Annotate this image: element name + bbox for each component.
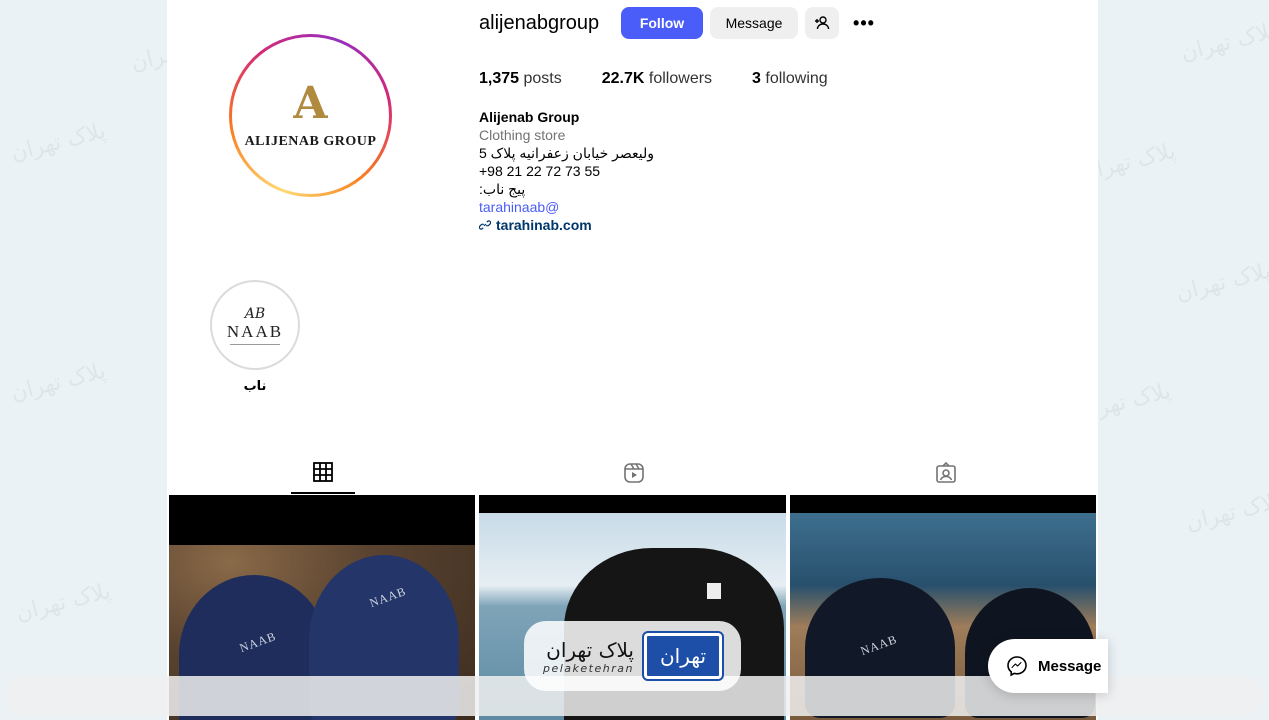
message-button[interactable]: Message xyxy=(710,7,798,39)
watermark-badge: پلاک تهران pelaketehran تهران xyxy=(524,621,741,691)
watermark-badge-subtitle: pelaketehran xyxy=(543,661,634,675)
highlight-cover: AB NAAB xyxy=(210,280,300,370)
posts-count: 1,375 xyxy=(479,70,520,87)
profile-username: alijenabgroup xyxy=(479,12,600,34)
tagged-icon xyxy=(936,462,956,483)
story-highlight[interactable]: AB NAAB ناب xyxy=(210,280,300,394)
watermark: پلاک تهران xyxy=(13,578,114,627)
floating-message-label: Message xyxy=(1038,657,1102,675)
shirt-label xyxy=(707,583,722,599)
floating-message-button[interactable]: Message xyxy=(988,639,1108,693)
suggest-users-button[interactable] xyxy=(805,7,839,39)
website-url: tarahinab.com xyxy=(496,217,592,233)
more-options-button[interactable]: ••• xyxy=(849,7,879,39)
tab-posts[interactable] xyxy=(291,452,355,494)
watermark: پلاک تهران xyxy=(1173,258,1269,307)
following-count: 3 xyxy=(752,70,761,87)
avatar-brand-text: ALIJENAB GROUP xyxy=(244,133,377,149)
following-stat[interactable]: 3 following xyxy=(752,70,828,88)
followers-label: followers xyxy=(648,70,713,87)
followers-count: 22.7K xyxy=(601,70,645,87)
grid-icon xyxy=(313,462,333,482)
followers-stat[interactable]: 22.7K followers xyxy=(602,70,712,88)
profile-stats: 1,375 posts 22.7K followers 3 following xyxy=(479,70,828,88)
bio-address: ولیعصر خیابان زعفرانیه پلاک 5 xyxy=(479,145,655,161)
profile-page: A ALIJENAB GROUP alijenabgroup Follow Me… xyxy=(167,0,1098,720)
highlight-monogram: AB xyxy=(244,305,266,322)
website-link[interactable]: tarahinab.com xyxy=(479,216,654,234)
profile-avatar-ring[interactable]: A ALIJENAB GROUP xyxy=(229,34,392,197)
reels-icon xyxy=(624,463,644,483)
posts-stat[interactable]: 1,375 posts xyxy=(479,70,562,88)
link-icon xyxy=(479,220,491,230)
following-label: following xyxy=(765,70,828,87)
profile-category: Clothing store xyxy=(479,127,566,143)
follow-button[interactable]: Follow xyxy=(621,7,703,39)
tab-reels[interactable] xyxy=(602,452,666,494)
messenger-icon xyxy=(1007,656,1027,677)
avatar: A ALIJENAB GROUP xyxy=(236,41,385,190)
highlight-label: ناب xyxy=(243,378,267,393)
brand-logo-icon: A xyxy=(293,77,328,129)
watermark: پلاک تهران xyxy=(1178,18,1269,67)
posts-label: posts xyxy=(523,70,562,87)
watermark-badge-title: پلاک تهران xyxy=(546,637,634,662)
tab-tagged[interactable] xyxy=(914,452,978,494)
bio-page-note: پیج ناب: xyxy=(479,181,526,197)
watermark: پلاک تهران xyxy=(1183,488,1269,537)
profile-tabs xyxy=(167,452,1098,494)
bio-phone: +98 21 22 72 73 55 xyxy=(479,163,601,179)
watermark: پلاک تهران xyxy=(8,358,109,407)
watermark: پلاک تهران xyxy=(8,118,109,167)
profile-display-name: Alijenab Group xyxy=(479,109,580,125)
highlight-brand: NAAB xyxy=(226,321,284,341)
license-plate-logo: تهران xyxy=(641,631,724,681)
bio-mention-link[interactable]: tarahinaab@ xyxy=(479,198,654,216)
profile-bio: Alijenab Group Clothing store ولیعصر خیا… xyxy=(479,108,654,234)
add-user-icon xyxy=(815,16,830,30)
highlight-divider xyxy=(230,343,280,345)
